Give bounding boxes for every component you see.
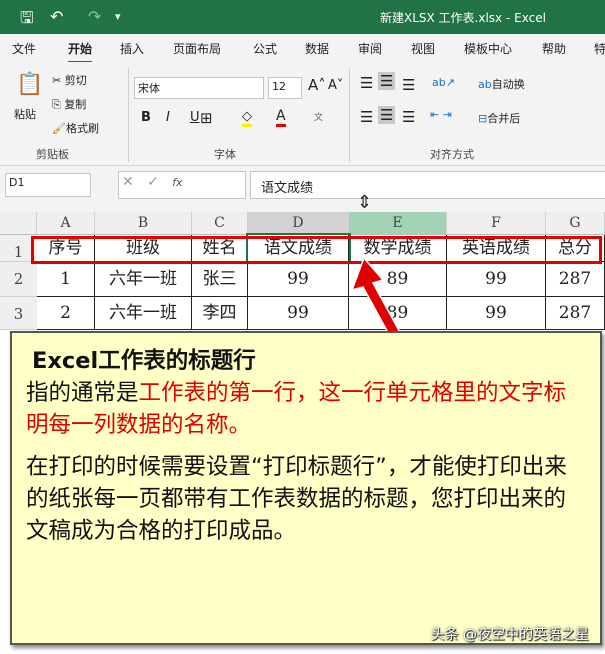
watermark: 头条 @夜空中的英语之星 <box>430 627 589 643</box>
callout-heading: Excel工作表的标题行 <box>32 348 256 374</box>
callout-paragraph-1: 指的通常是工作表的第一行，这一行单元格里的文字标明每一列数据的名称。 <box>26 380 567 438</box>
callout-box: Excel工作表的标题行 指的通常是工作表的第一行，这一行单元格里的文字标明每一… <box>10 331 602 645</box>
callout-paragraph-2: 在打印的时候需要设置“打印标题行”，才能使打印出来的纸张每一页都带有工作表数据的… <box>26 454 567 544</box>
arrow-icon <box>350 256 404 341</box>
